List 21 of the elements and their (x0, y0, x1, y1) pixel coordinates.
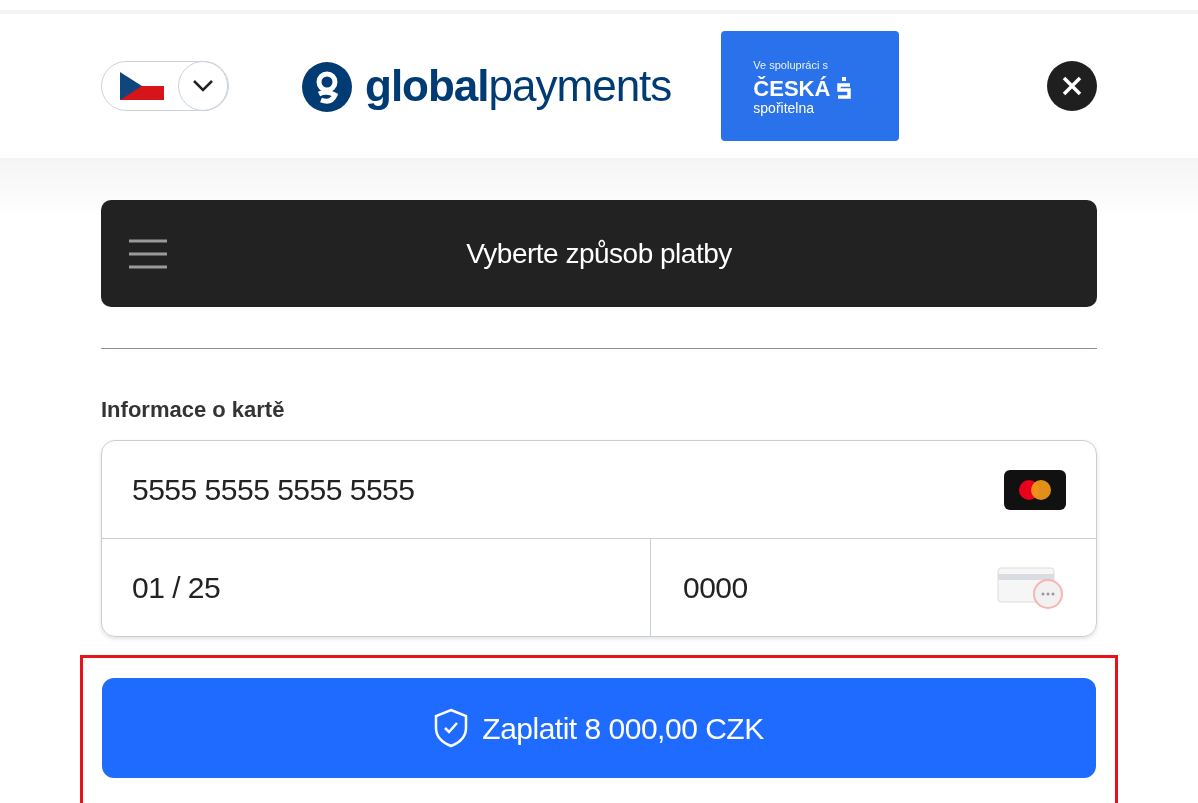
close-icon (1062, 76, 1082, 96)
language-selector[interactable] (101, 61, 229, 111)
brand-name: globalpayments (365, 64, 672, 108)
s-logo-icon (836, 77, 853, 102)
close-button[interactable] (1047, 61, 1097, 111)
menu-icon (129, 238, 167, 269)
logo-icon (301, 60, 353, 112)
partner-subtitle: spořitelna (753, 101, 816, 116)
card-info-label: Informace o kartě (101, 396, 286, 424)
expiry-field[interactable]: 01 / 25 (102, 539, 651, 636)
flag-icon (120, 72, 164, 100)
shield-check-icon (434, 708, 469, 748)
partner-caption: Ve spolupráci s (753, 57, 829, 73)
card-number-field[interactable]: 5555 5555 5555 5555 (102, 441, 1096, 539)
payment-method-title: Vyberte způsob platby (465, 236, 733, 271)
card-brand-icon (1004, 469, 1066, 510)
partner-name: ČESKÁ (753, 78, 831, 101)
payment-method-bar[interactable]: Vyberte způsob platby (101, 200, 1097, 307)
pay-button[interactable]: Zaplatit 8 000,00 CZK (102, 678, 1096, 778)
cvc-field[interactable]: 0000 (651, 539, 1096, 636)
chevron-down-icon (192, 79, 214, 93)
